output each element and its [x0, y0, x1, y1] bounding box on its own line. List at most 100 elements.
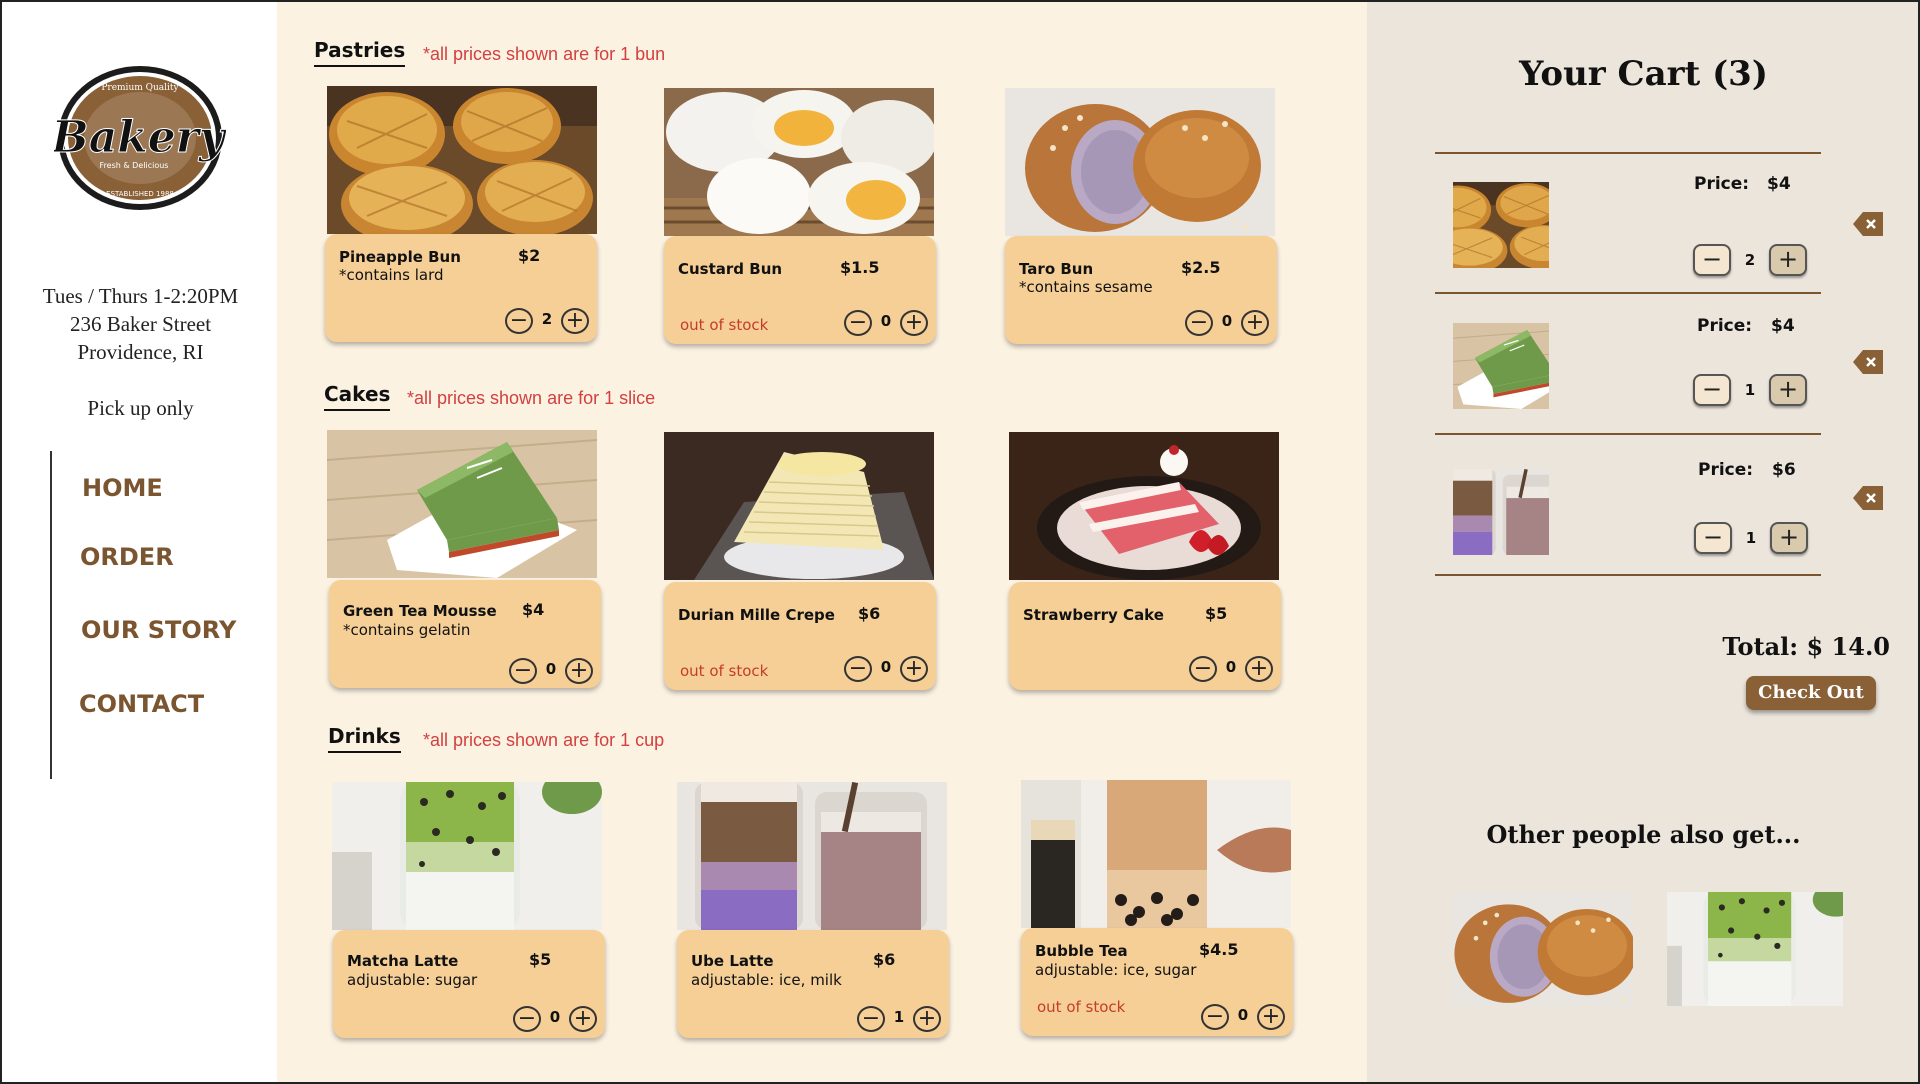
menu-card-matcha-latte: Matcha Latte $5 adjustable: sugar − 0 + [333, 930, 605, 1038]
nav-contact[interactable]: CONTACT [79, 690, 204, 718]
decrease-button[interactable]: − [513, 1006, 541, 1032]
cart-increase-button[interactable]: + [1769, 374, 1807, 406]
section-title-cakes: Cakes [324, 382, 391, 411]
decrease-button[interactable]: − [857, 1006, 885, 1032]
quantity-value: 0 [1221, 312, 1233, 330]
quantity-stepper: − 0 + [509, 658, 599, 686]
decrease-button[interactable]: − [1185, 310, 1213, 336]
cart-increase-button[interactable]: + [1770, 522, 1808, 554]
nav-divider [50, 451, 52, 779]
custard-bun-image [664, 88, 934, 236]
item-price: $5 [529, 950, 552, 969]
item-price: $1.5 [840, 258, 880, 277]
menu-card-pineapple-bun: Pineapple Bun $2 *contains lard − 2 + [325, 234, 597, 342]
strawberry-cake-image [1009, 432, 1279, 580]
out-of-stock-label: out of stock [1037, 998, 1126, 1016]
nav-order[interactable]: ORDER [80, 543, 174, 571]
increase-button[interactable]: + [565, 658, 593, 684]
cart-quantity-stepper: − 2 + [1693, 244, 1807, 278]
cart-quantity-value: 1 [1744, 381, 1756, 399]
logo-tagline: Fresh & Delicious [100, 161, 169, 170]
increase-button[interactable]: + [900, 310, 928, 336]
decrease-button[interactable]: − [844, 656, 872, 682]
menu-area: Pastries *all prices shown are for 1 bun… [277, 0, 1367, 1084]
remove-item-icon[interactable] [1853, 212, 1883, 236]
item-note: *contains lard [339, 266, 444, 284]
recommended-taro-bun[interactable] [1453, 892, 1633, 1006]
item-name: Ube Latte [691, 952, 774, 970]
quantity-stepper: − 1 + [857, 1006, 947, 1034]
menu-card-strawberry-cake: Strawberry Cake $5 − 0 + [1009, 582, 1281, 690]
item-name: Strawberry Cake [1023, 606, 1164, 624]
cart-title: Your Cart (3) [1519, 54, 1768, 94]
cart-price-value: $6 [1772, 460, 1796, 480]
quantity-value: 0 [880, 658, 892, 676]
increase-button[interactable]: + [1257, 1004, 1285, 1030]
quantity-stepper: − 0 + [1201, 1004, 1291, 1032]
section-title-pastries: Pastries [314, 38, 406, 67]
cart-price-label: Price: [1698, 460, 1754, 480]
logo-established: ESTABLISHED 1988 [106, 190, 174, 198]
item-price: $5 [1205, 604, 1228, 623]
quantity-value: 0 [545, 660, 557, 678]
decrease-button[interactable]: − [509, 658, 537, 684]
item-note: adjustable: sugar [347, 971, 478, 989]
quantity-value: 0 [1237, 1006, 1249, 1024]
quantity-value: 2 [541, 310, 553, 328]
bakery-logo[interactable]: Premium Quality Bakery Fresh & Delicious… [54, 62, 226, 212]
decrease-button[interactable]: − [505, 308, 533, 334]
decrease-button[interactable]: − [1189, 656, 1217, 682]
section-title-drinks: Drinks [328, 724, 401, 753]
quantity-stepper: − 0 + [844, 656, 934, 684]
pineapple-bun-image [327, 86, 597, 234]
decrease-button[interactable]: − [844, 310, 872, 336]
cart-decrease-button[interactable]: − [1693, 244, 1731, 276]
checkout-button[interactable]: Check Out [1746, 676, 1876, 710]
nav-home[interactable]: HOME [82, 474, 163, 502]
out-of-stock-label: out of stock [680, 662, 769, 680]
quantity-value: 0 [880, 312, 892, 330]
store-city: Providence, RI [77, 340, 204, 364]
item-name: Custard Bun [678, 260, 783, 278]
item-name: Pineapple Bun [339, 248, 461, 266]
increase-button[interactable]: + [1241, 310, 1269, 336]
cart-quantity-value: 1 [1745, 529, 1757, 547]
increase-button[interactable]: + [900, 656, 928, 682]
recommended-matcha-latte[interactable] [1667, 892, 1843, 1006]
cart-item-image [1453, 469, 1549, 555]
bubble-tea-image [1021, 780, 1291, 928]
cart-quantity-stepper: − 1 + [1694, 522, 1808, 556]
decrease-button[interactable]: − [1201, 1004, 1229, 1030]
item-name: Durian Mille Crepe [678, 606, 835, 624]
item-price: $2 [518, 246, 541, 265]
cart-decrease-button[interactable]: − [1693, 374, 1731, 406]
item-name: Bubble Tea [1035, 942, 1128, 960]
cart-increase-button[interactable]: + [1769, 244, 1807, 276]
remove-item-icon[interactable] [1853, 486, 1883, 510]
quantity-stepper: − 0 + [513, 1006, 603, 1034]
quantity-value: 0 [549, 1008, 561, 1026]
section-note-cakes: *all prices shown are for 1 slice [407, 388, 656, 408]
logo-wordmark: Bakery [54, 112, 226, 163]
cart-price-label: Price: [1694, 174, 1750, 194]
cart-quantity-value: 2 [1744, 251, 1756, 269]
cart-divider [1435, 292, 1821, 294]
item-price: $2.5 [1181, 258, 1221, 277]
increase-button[interactable]: + [1245, 656, 1273, 682]
increase-button[interactable]: + [569, 1006, 597, 1032]
quantity-value: 0 [1225, 658, 1237, 676]
cart-divider [1435, 433, 1821, 435]
increase-button[interactable]: + [913, 1006, 941, 1032]
nav-our-story[interactable]: OUR STORY [81, 616, 236, 644]
increase-button[interactable]: + [561, 308, 589, 334]
item-price: $4 [522, 600, 545, 619]
section-note-pastries: *all prices shown are for 1 bun [423, 44, 666, 64]
cart-price-value: $4 [1771, 316, 1795, 336]
store-street: 236 Baker Street [69, 312, 212, 336]
quantity-stepper: − 0 + [1189, 656, 1279, 684]
store-info: Tues / Thurs 1-2:20PM 236 Baker Street P… [2, 282, 279, 366]
cart-price-value: $4 [1767, 174, 1791, 194]
remove-item-icon[interactable] [1853, 350, 1883, 374]
cart-decrease-button[interactable]: − [1694, 522, 1732, 554]
cart-divider [1435, 152, 1821, 154]
